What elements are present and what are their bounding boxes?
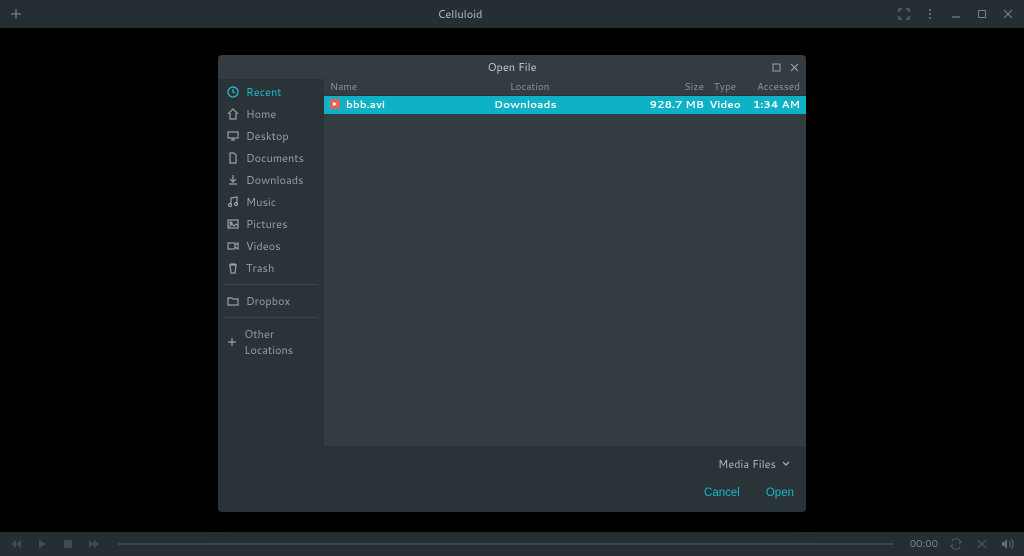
play-button[interactable]	[34, 536, 50, 552]
maximize-icon[interactable]	[972, 4, 992, 24]
video-icon	[226, 239, 240, 253]
sidebar-item-label: Trash	[246, 260, 274, 276]
file-accessed: 1:34 AM	[746, 98, 800, 112]
sidebar-separator	[224, 284, 318, 285]
dialog-close-icon[interactable]	[786, 59, 802, 75]
file-panel: Name Location Size Type Accessed bbb.avi…	[324, 79, 806, 446]
sidebar-item-label: Desktop	[246, 128, 289, 144]
sidebar-item-label: Videos	[246, 238, 281, 254]
next-button[interactable]	[86, 536, 102, 552]
file-type: Video	[704, 98, 746, 112]
open-file-dialog: Open File Recent Home Desktop Documents Down…	[218, 55, 806, 512]
prev-button[interactable]	[8, 536, 24, 552]
trash-icon	[226, 261, 240, 275]
file-name: bbb.avi	[346, 98, 385, 112]
dialog-maximize-icon[interactable]	[768, 59, 784, 75]
shuffle-button[interactable]	[974, 536, 990, 552]
progress-slider[interactable]	[118, 543, 894, 545]
music-icon	[226, 195, 240, 209]
menu-icon[interactable]	[920, 4, 940, 24]
col-header-size[interactable]: Size	[638, 80, 704, 94]
column-headers[interactable]: Name Location Size Type Accessed	[324, 79, 806, 96]
sidebar-item-recent[interactable]: Recent	[218, 81, 324, 103]
sidebar-item-desktop[interactable]: Desktop	[218, 125, 324, 147]
sidebar-item-label: Dropbox	[246, 293, 290, 309]
dialog-footer: Media Files Cancel Open	[218, 446, 806, 512]
file-size: 928.7 MB	[638, 98, 704, 112]
app-title: Celluloid	[26, 6, 894, 22]
volume-button[interactable]	[1000, 536, 1016, 552]
sidebar-item-downloads[interactable]: Downloads	[218, 169, 324, 191]
sidebar-item-dropbox[interactable]: Dropbox	[218, 290, 324, 312]
col-header-accessed[interactable]: Accessed	[746, 80, 800, 94]
open-button[interactable]: Open	[764, 484, 796, 502]
fullscreen-icon[interactable]	[894, 4, 914, 24]
sidebar-item-other-locations[interactable]: Other Locations	[218, 323, 324, 361]
dialog-titlebar: Open File	[218, 55, 806, 79]
file-video-icon	[330, 99, 342, 111]
sidebar-item-pictures[interactable]: Pictures	[218, 213, 324, 235]
file-row[interactable]: bbb.avi Downloads928.7 MBVideo1:34 AM	[324, 96, 806, 114]
sidebar-item-label: Home	[246, 106, 276, 122]
sidebar-item-trash[interactable]: Trash	[218, 257, 324, 279]
sidebar-item-videos[interactable]: Videos	[218, 235, 324, 257]
plus-icon	[226, 335, 238, 349]
document-icon	[226, 151, 240, 165]
sidebar: Recent Home Desktop Documents Downloads Music…	[218, 79, 324, 446]
col-header-type[interactable]: Type	[704, 80, 746, 94]
desktop-icon	[226, 129, 240, 143]
minimize-icon[interactable]	[946, 4, 966, 24]
sidebar-item-label: Music	[246, 194, 276, 210]
sidebar-item-label: Pictures	[246, 216, 288, 232]
header-bar: Celluloid	[0, 0, 1024, 28]
download-icon	[226, 173, 240, 187]
app-window: Celluloid	[0, 0, 1024, 556]
sidebar-item-documents[interactable]: Documents	[218, 147, 324, 169]
file-list: bbb.avi Downloads928.7 MBVideo1:34 AM	[324, 96, 806, 446]
sidebar-item-music[interactable]: Music	[218, 191, 324, 213]
stop-button[interactable]	[60, 536, 76, 552]
col-header-name[interactable]: Name	[330, 80, 510, 94]
add-button[interactable]	[6, 4, 26, 24]
sidebar-item-label: Recent	[246, 84, 281, 100]
sidebar-item-home[interactable]: Home	[218, 103, 324, 125]
close-window-icon[interactable]	[998, 4, 1018, 24]
controls-bar: 00:00	[0, 532, 1024, 556]
file-location: Downloads	[494, 98, 638, 112]
home-icon	[226, 107, 240, 121]
sidebar-item-label: Downloads	[246, 172, 304, 188]
sidebar-item-label: Documents	[246, 150, 304, 166]
col-header-location[interactable]: Location	[510, 80, 638, 94]
cancel-button[interactable]: Cancel	[702, 484, 742, 502]
filter-dropdown[interactable]: Media Files	[712, 452, 796, 476]
loop-button[interactable]	[948, 536, 964, 552]
folder-icon	[226, 294, 240, 308]
dialog-title: Open File	[487, 59, 536, 75]
time-label: 00:00	[910, 537, 938, 551]
sidebar-item-label: Other Locations	[244, 326, 316, 358]
dialog-body: Recent Home Desktop Documents Downloads Music…	[218, 79, 806, 446]
chevron-down-icon	[782, 461, 790, 467]
picture-icon	[226, 217, 240, 231]
clock-icon	[226, 85, 240, 99]
filter-label: Media Files	[718, 456, 776, 472]
sidebar-separator	[224, 317, 318, 318]
